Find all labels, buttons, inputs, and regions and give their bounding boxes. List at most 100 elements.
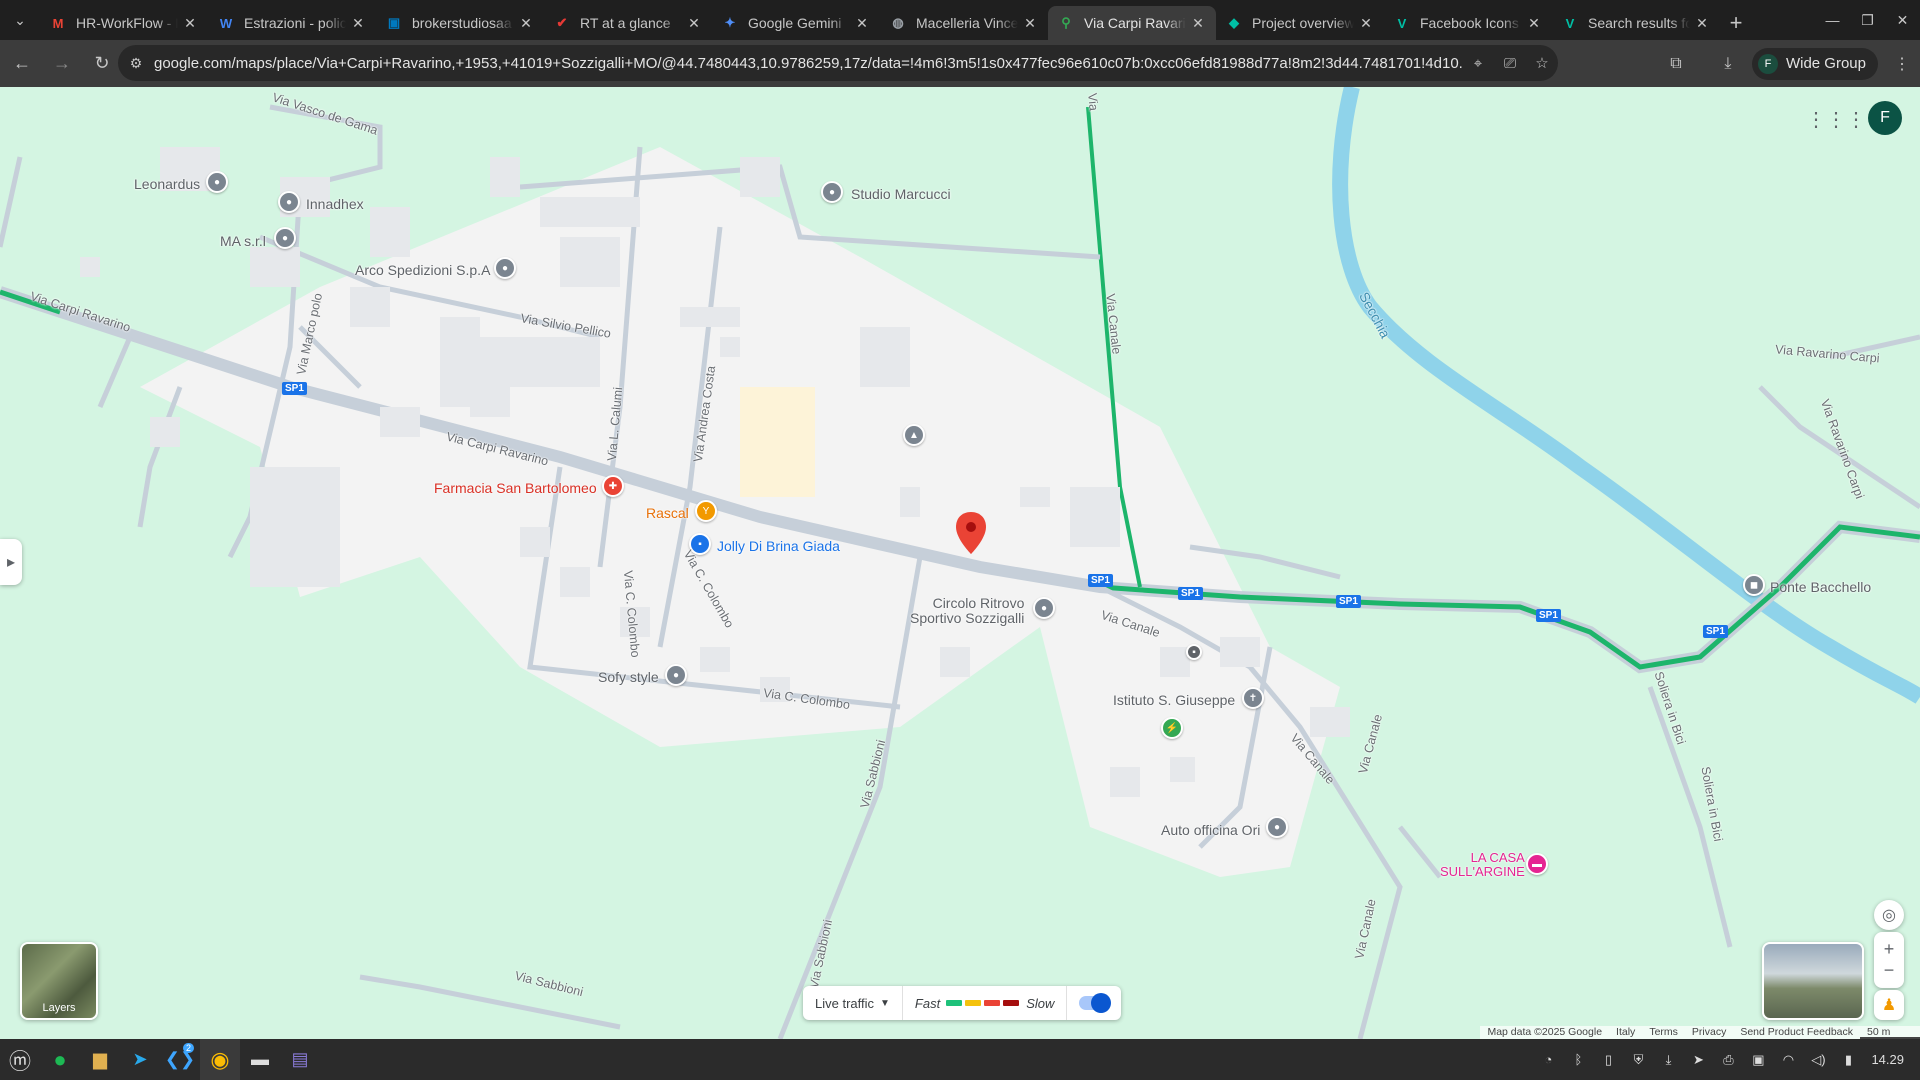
pharmacy-pin-icon[interactable]: ✚ — [602, 475, 624, 497]
close-tab-icon[interactable]: ✕ — [1022, 15, 1038, 32]
browser-tab[interactable]: ◆ Project overview ✕ — [1216, 6, 1384, 40]
ev-charger-pin-icon[interactable]: ⚡ — [1161, 717, 1183, 739]
place-label[interactable]: Auto officina Ori — [1161, 822, 1260, 838]
maximize-button[interactable]: ❐ — [1850, 0, 1885, 40]
place-label[interactable]: Ponte Bacchello — [1770, 579, 1871, 595]
selected-location-marker-icon[interactable] — [956, 512, 986, 554]
bus-stop-icon[interactable]: ▪ — [1186, 644, 1202, 660]
close-tab-icon[interactable]: ✕ — [350, 15, 366, 32]
zoom-in-button[interactable]: + — [1884, 939, 1895, 960]
lodging-pin-icon[interactable]: ▬ — [1526, 853, 1548, 875]
country-link[interactable]: Italy — [1609, 1026, 1642, 1039]
place-label[interactable]: Jolly Di Brina Giada — [717, 538, 840, 554]
my-location-button[interactable]: ◎ — [1874, 900, 1904, 930]
wifi-icon[interactable]: ◠ — [1773, 1052, 1803, 1068]
place-label[interactable]: Sofy style — [598, 669, 659, 685]
place-label[interactable]: LA CASA SULL'ARGINE — [1440, 851, 1525, 879]
place-pin-icon[interactable]: ● — [278, 191, 300, 213]
display-icon[interactable]: ▣ — [1743, 1052, 1773, 1068]
address-bar[interactable]: ⚙ google.com/maps/place/Via+Carpi+Ravari… — [118, 45, 1558, 81]
browser-tab[interactable]: ▣ brokerstudiosaa ✕ — [376, 6, 544, 40]
google-apps-icon[interactable]: ⋮⋮⋮ — [1806, 105, 1866, 133]
layers-button[interactable]: Layers — [20, 942, 98, 1020]
telegram-tray-icon[interactable]: ➤ — [1683, 1052, 1713, 1068]
privacy-link[interactable]: Privacy — [1685, 1026, 1733, 1039]
browser-tab[interactable]: ⚲ Via Carpi Ravarin ✕ — [1048, 6, 1216, 40]
close-tab-icon[interactable]: ✕ — [1190, 15, 1206, 32]
feedback-link[interactable]: Send Product Feedback — [1733, 1026, 1860, 1039]
shield-icon[interactable]: ⛨ — [1623, 1052, 1653, 1068]
network-manager-icon[interactable]: ◔ — [1533, 1052, 1563, 1067]
terminal-icon[interactable]: ▬ — [240, 1039, 280, 1080]
files-icon[interactable]: ▆ — [80, 1039, 120, 1080]
install-app-icon[interactable]: ⎚ — [1494, 55, 1526, 72]
forward-button[interactable]: → — [44, 46, 80, 82]
place-pin-icon[interactable]: ● — [206, 171, 228, 193]
extensions-icon[interactable]: ⧉ — [1658, 55, 1694, 73]
browser-tab[interactable]: V Facebook Icons ✕ — [1384, 6, 1552, 40]
place-pin-icon[interactable]: ● — [665, 664, 687, 686]
clipboard-icon[interactable]: ▯ — [1593, 1052, 1623, 1068]
browser-tab[interactable]: ✦ Google Gemini ✕ — [712, 6, 880, 40]
traffic-toggle[interactable] — [1067, 986, 1121, 1020]
close-tab-icon[interactable]: ✕ — [1694, 15, 1710, 32]
minimize-button[interactable]: — — [1815, 0, 1850, 40]
place-pin-icon[interactable]: ● — [1033, 597, 1055, 619]
place-label[interactable]: Leonardus — [134, 176, 200, 192]
map-canvas[interactable]: ● Leonardus ● Innadhex ● MA s.r.l ● Arco… — [0, 87, 1920, 1039]
spotify-icon[interactable]: ● — [40, 1039, 80, 1080]
browser-tab[interactable]: ✔ RT at a glance ✕ — [544, 6, 712, 40]
browser-tab[interactable]: ◍ Macelleria Vince ✕ — [880, 6, 1048, 40]
tab-search-button[interactable]: ⌄ — [0, 0, 40, 40]
place-label[interactable]: Circolo Ritrovo Sportivo Sozzigalli — [910, 596, 1024, 626]
place-pin-icon[interactable]: ▲ — [903, 424, 925, 446]
bookmark-star-icon[interactable]: ☆ — [1526, 54, 1558, 72]
chrome-menu-icon[interactable]: ⋮ — [1884, 54, 1920, 74]
vscode-icon[interactable]: ❮❯ 2 — [160, 1039, 200, 1080]
place-label[interactable]: Rascal — [646, 505, 689, 521]
close-tab-icon[interactable]: ✕ — [686, 15, 702, 32]
toggle-switch[interactable] — [1079, 993, 1112, 1013]
place-label[interactable]: Arco Spedizioni S.p.A — [355, 262, 490, 278]
back-button[interactable]: ← — [4, 46, 40, 82]
close-tab-icon[interactable]: ✕ — [1526, 15, 1542, 32]
browser-tab[interactable]: V Search results fo ✕ — [1552, 6, 1720, 40]
church-pin-icon[interactable]: ✝ — [1242, 687, 1264, 709]
site-info-icon[interactable]: ⚙ — [118, 55, 154, 72]
telegram-icon[interactable]: ➤ — [120, 1039, 160, 1080]
update-icon[interactable]: ⤓ — [1653, 1052, 1683, 1068]
notes-icon[interactable]: ▤ — [280, 1039, 320, 1080]
zoom-out-button[interactable]: − — [1884, 960, 1895, 981]
browser-tab[interactable]: M HR-WorkFlow - R ✕ — [40, 6, 208, 40]
place-label[interactable]: Istituto S. Giuseppe — [1113, 692, 1235, 708]
volume-icon[interactable]: ◁) — [1803, 1052, 1833, 1068]
browser-tab[interactable]: W Estrazioni - polic ✕ — [208, 6, 376, 40]
mint-menu-icon[interactable]: ⓜ — [0, 1039, 40, 1080]
live-traffic-dropdown[interactable]: Live traffic ▼ — [803, 986, 903, 1020]
place-pin-icon[interactable]: ● — [494, 257, 516, 279]
chrome-icon[interactable]: ◉ — [200, 1039, 240, 1080]
place-pin-icon[interactable]: ● — [821, 181, 843, 203]
printer-icon[interactable]: ⎙ — [1713, 1052, 1743, 1068]
museum-pin-icon[interactable]: ◼ — [1743, 574, 1765, 596]
place-pin-icon[interactable]: ● — [274, 227, 296, 249]
bluetooth-icon[interactable]: ᛒ — [1563, 1052, 1593, 1067]
place-label[interactable]: MA s.r.l — [220, 233, 266, 249]
expand-panel-button[interactable]: ▸ — [0, 539, 22, 585]
reload-button[interactable]: ↻ — [84, 46, 120, 82]
place-label[interactable]: Farmacia San Bartolomeo — [434, 480, 597, 496]
bar-pin-icon[interactable]: Y — [695, 500, 717, 522]
street-view-thumbnail[interactable] — [1762, 942, 1864, 1020]
pegman-icon[interactable]: ♟ — [1874, 990, 1904, 1020]
account-avatar[interactable]: F — [1868, 101, 1902, 135]
url-text[interactable]: google.com/maps/place/Via+Carpi+Ravarino… — [154, 55, 1462, 72]
profile-button[interactable]: F Wide Group — [1751, 47, 1878, 80]
downloads-icon[interactable]: ⤓ — [1710, 55, 1746, 73]
battery-icon[interactable]: ▮ — [1833, 1052, 1863, 1068]
scale-bar[interactable]: 50 m — [1860, 1026, 1920, 1039]
close-window-button[interactable]: ✕ — [1885, 0, 1920, 40]
place-pin-icon[interactable]: ● — [1266, 816, 1288, 838]
close-tab-icon[interactable]: ✕ — [518, 15, 534, 32]
terms-link[interactable]: Terms — [1642, 1026, 1685, 1039]
close-tab-icon[interactable]: ✕ — [854, 15, 870, 32]
